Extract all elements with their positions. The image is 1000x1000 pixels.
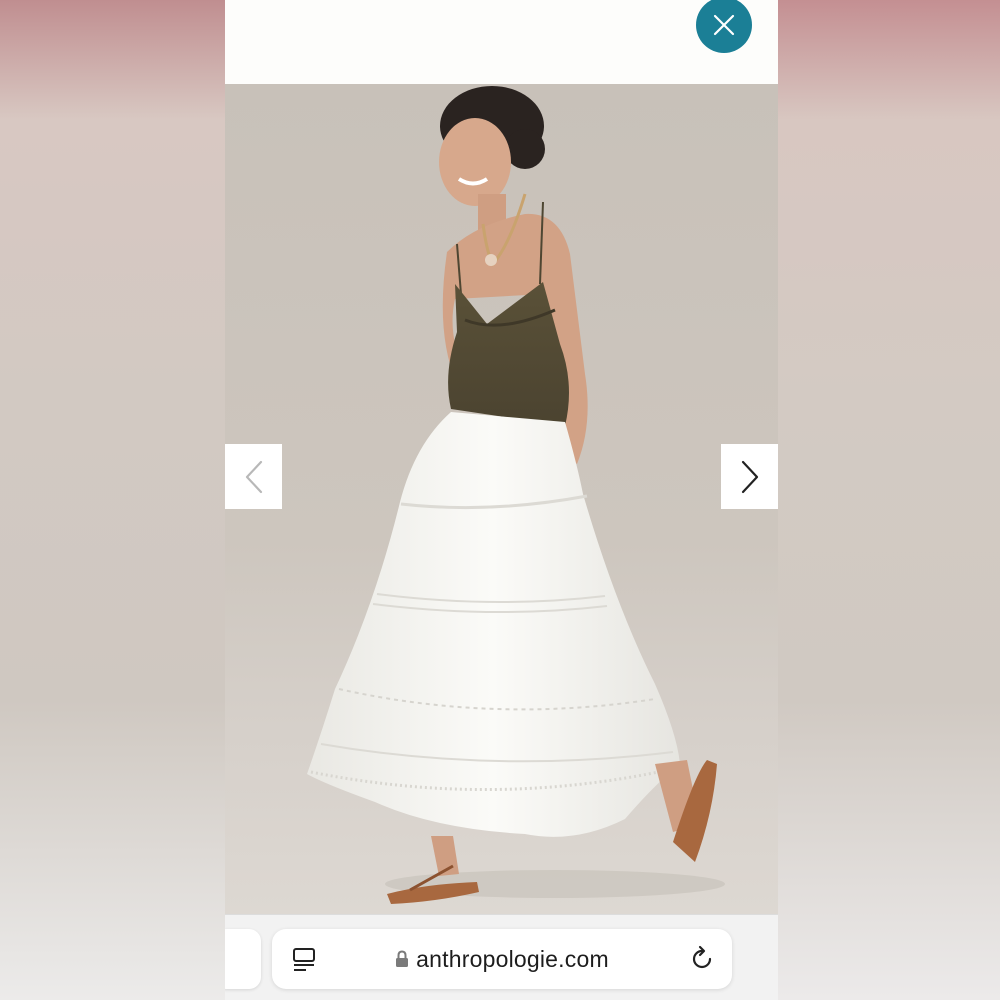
background-right [778, 0, 1000, 1000]
url-display[interactable]: anthropologie.com [272, 929, 732, 989]
viewer-header [225, 0, 778, 84]
close-button[interactable] [696, 0, 752, 53]
previous-tab-preview[interactable] [225, 929, 261, 989]
product-photo [225, 84, 778, 914]
lock-icon [396, 950, 409, 967]
next-image-button[interactable] [721, 444, 778, 509]
close-icon [713, 14, 735, 36]
previous-image-button[interactable] [225, 444, 282, 509]
model-illustration [307, 86, 725, 904]
chevron-left-icon [245, 460, 262, 493]
address-bar[interactable]: anthropologie.com [272, 929, 732, 989]
url-text: anthropologie.com [416, 945, 609, 972]
background-left [0, 0, 225, 1000]
chevron-right-icon [741, 460, 758, 493]
product-image-viewer: anthropologie.com [225, 0, 778, 1000]
reload-icon[interactable] [688, 945, 716, 973]
browser-toolbar: anthropologie.com [225, 914, 778, 1000]
